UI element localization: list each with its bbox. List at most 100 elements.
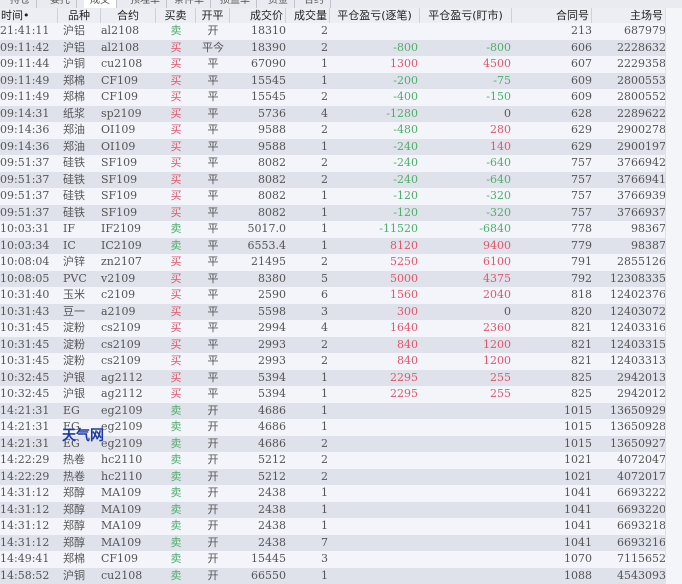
table-row[interactable]: 10:32:45沪银ag2112买平5394122952558252942012 xyxy=(0,386,666,403)
cell-qty: 1 xyxy=(286,568,328,584)
cell-pl-mark-to-market xyxy=(420,452,512,469)
table-row[interactable]: 14:31:12郑醇MA109卖开2438710416693216 xyxy=(0,535,666,552)
cell-pl-per-trade: -200 xyxy=(328,73,420,90)
column-header-price[interactable]: 成交价 xyxy=(230,8,286,23)
column-header-pl-mark-to-market[interactable]: 平仓盈亏(盯市) xyxy=(420,8,512,23)
cell-open-close: 平 xyxy=(196,320,230,337)
table-row[interactable]: 09:51:37硅铁SF109买平80821-120-3207573766937 xyxy=(0,205,666,222)
cell-pl-per-trade xyxy=(328,535,420,552)
tab-stop-orders[interactable]: 损益单 xyxy=(214,0,257,8)
cell-pl-per-trade xyxy=(328,502,420,519)
cell-main-no: 2800552 xyxy=(592,89,666,106)
cell-variety: 郑醇 xyxy=(63,535,101,552)
table-row[interactable]: 09:14:31纸浆sp2109买平57364-128006282289622 xyxy=(0,106,666,123)
table-row[interactable]: 14:49:41郑棉CF109卖开15445310707115652 xyxy=(0,551,666,568)
table-row[interactable]: 10:31:45淀粉cs2109买平2993284012008211240331… xyxy=(0,337,666,354)
cell-contract-no: 1015 xyxy=(512,419,592,436)
table-row[interactable]: 10:31:45淀粉cs2109买平2993284012008211240331… xyxy=(0,353,666,370)
cell-side: 买 xyxy=(156,386,196,403)
table-row[interactable]: 21:41:11沪铝al2108卖开183102213687979 xyxy=(0,23,666,40)
cell-pl-mark-to-market: 1200 xyxy=(420,337,512,354)
column-header-contract[interactable]: 合约 xyxy=(101,8,156,23)
table-row[interactable]: 10:32:45沪银ag2112买平5394122952558252942013 xyxy=(0,370,666,387)
cell-pl-mark-to-market: -150 xyxy=(420,89,512,106)
column-header-side[interactable]: 买卖 xyxy=(156,8,196,23)
column-header-pl-per-trade[interactable]: 平仓盈亏(逐笔) xyxy=(330,8,420,23)
cell-open-close: 开 xyxy=(196,518,230,535)
column-header-main-no[interactable]: 主场号 xyxy=(592,8,666,23)
column-header-time[interactable]: 时间• xyxy=(0,8,58,23)
column-header-open-close[interactable]: 开平 xyxy=(196,8,230,23)
cell-variety: 沪锌 xyxy=(63,254,101,271)
cell-time: 14:49:41 xyxy=(0,551,58,568)
column-header-contract-no[interactable]: 合同号 xyxy=(512,8,592,23)
tab-conditional-orders[interactable]: 条件单 xyxy=(168,0,211,8)
cell-price: 15445 xyxy=(230,551,286,568)
table-row[interactable]: 10:08:05PVCv2109买平8380550004375792123083… xyxy=(0,271,666,288)
table-row[interactable]: 09:51:37硅铁SF109买平80822-240-6407573766941 xyxy=(0,172,666,189)
cell-variety: 玉米 xyxy=(63,287,101,304)
cell-contract-no: 778 xyxy=(512,221,592,238)
cell-contract-no: 821 xyxy=(512,337,592,354)
table-row[interactable]: 14:58:52沪铜cu2108卖开66550110884543093 xyxy=(0,568,666,584)
cell-side: 买 xyxy=(156,370,196,387)
cell-time: 10:08:04 xyxy=(0,254,58,271)
table-row[interactable]: 10:08:04沪锌zn2107买平2149525250610079128551… xyxy=(0,254,666,271)
cell-time: 09:11:49 xyxy=(0,73,58,90)
cell-time: 10:03:34 xyxy=(0,238,58,255)
cell-variety: 硅铁 xyxy=(63,188,101,205)
cell-pl-mark-to-market: -320 xyxy=(420,188,512,205)
table-row[interactable]: 14:31:12郑醇MA109卖开2438110416693222 xyxy=(0,485,666,502)
table-row[interactable]: 14:21:31EGeg2109卖开46861101513650929 xyxy=(0,403,666,420)
cell-qty: 2 xyxy=(286,89,328,106)
cell-price: 4686 xyxy=(230,436,286,453)
table-row[interactable]: 10:03:34ICIC2109卖平6553.41812094007799838… xyxy=(0,238,666,255)
tab-trades[interactable]: 成交 xyxy=(84,0,117,8)
cell-pl-mark-to-market: 0 xyxy=(420,106,512,123)
tab-funds[interactable]: 资金 xyxy=(262,0,295,8)
cell-time: 14:21:31 xyxy=(0,419,58,436)
cell-open-close: 平 xyxy=(196,337,230,354)
table-row[interactable]: 09:11:49郑棉CF109买平155451-200-756092800553 xyxy=(0,73,666,90)
table-row[interactable]: 09:11:44沪铜cu2108买平6709011300450060722293… xyxy=(0,56,666,73)
cell-main-no: 12403316 xyxy=(592,320,666,337)
column-header-qty[interactable]: 成交量 xyxy=(286,8,330,23)
cell-main-no: 4072047 xyxy=(592,452,666,469)
cell-main-no: 12308335 xyxy=(592,271,666,288)
table-row[interactable]: 10:31:45淀粉cs2109买平2994416402360821124033… xyxy=(0,320,666,337)
table-row[interactable]: 14:22:29热卷hc2110卖开5212210214072017 xyxy=(0,469,666,486)
vertical-scrollbar[interactable] xyxy=(665,8,682,557)
cell-side: 卖 xyxy=(156,535,196,552)
cell-pl-per-trade: 5250 xyxy=(328,254,420,271)
cell-pl-per-trade xyxy=(328,23,420,40)
table-row[interactable]: 09:51:37硅铁SF109买平80822-240-6407573766942 xyxy=(0,155,666,172)
cell-qty: 2 xyxy=(286,337,328,354)
table-row[interactable]: 09:14:36郑油OI109买平95881-2401406292900197 xyxy=(0,139,666,156)
table-row[interactable]: 09:14:36郑油OI109买平95882-4802806292900278 xyxy=(0,122,666,139)
cell-time: 14:31:12 xyxy=(0,535,58,552)
table-row[interactable]: 14:22:29热卷hc2110卖开5212210214072047 xyxy=(0,452,666,469)
tab-orders[interactable]: 委托 xyxy=(44,0,77,8)
cell-contract: CF109 xyxy=(101,73,156,90)
cell-qty: 1 xyxy=(286,56,328,73)
cell-side: 买 xyxy=(156,139,196,156)
cell-main-no: 7115652 xyxy=(592,551,666,568)
tab-contracts[interactable]: 合约 xyxy=(298,0,331,8)
table-row[interactable]: 14:31:12郑醇MA109卖开2438110416693220 xyxy=(0,502,666,519)
cell-pl-mark-to-market xyxy=(420,568,512,584)
tab-preset-orders[interactable]: 预埋单 xyxy=(124,0,167,8)
table-row[interactable]: 09:11:42沪铝al2108买平今183902-800-8006062228… xyxy=(0,40,666,57)
table-row[interactable]: 09:51:37硅铁SF109买平80821-120-3207573766939 xyxy=(0,188,666,205)
column-header-variety[interactable]: 品种 xyxy=(58,8,101,23)
table-row[interactable]: 10:31:40玉米c2109买平25906156020408181240237… xyxy=(0,287,666,304)
table-row[interactable]: 10:31:43豆一a2109买平55983300082012403072 xyxy=(0,304,666,321)
cell-price: 2438 xyxy=(230,485,286,502)
cell-pl-per-trade xyxy=(328,469,420,486)
tab-positions[interactable]: 持仓 xyxy=(4,0,37,8)
table-row[interactable]: 14:31:12郑醇MA109卖开2438110416693218 xyxy=(0,518,666,535)
cell-pl-per-trade: 1560 xyxy=(328,287,420,304)
table-row[interactable]: 10:03:31IFIF2109卖平5017.01-11520-68407789… xyxy=(0,221,666,238)
table-row[interactable]: 09:11:49郑棉CF109买平155452-400-150609280055… xyxy=(0,89,666,106)
cell-time: 14:22:29 xyxy=(0,469,58,486)
cell-qty: 1 xyxy=(286,73,328,90)
